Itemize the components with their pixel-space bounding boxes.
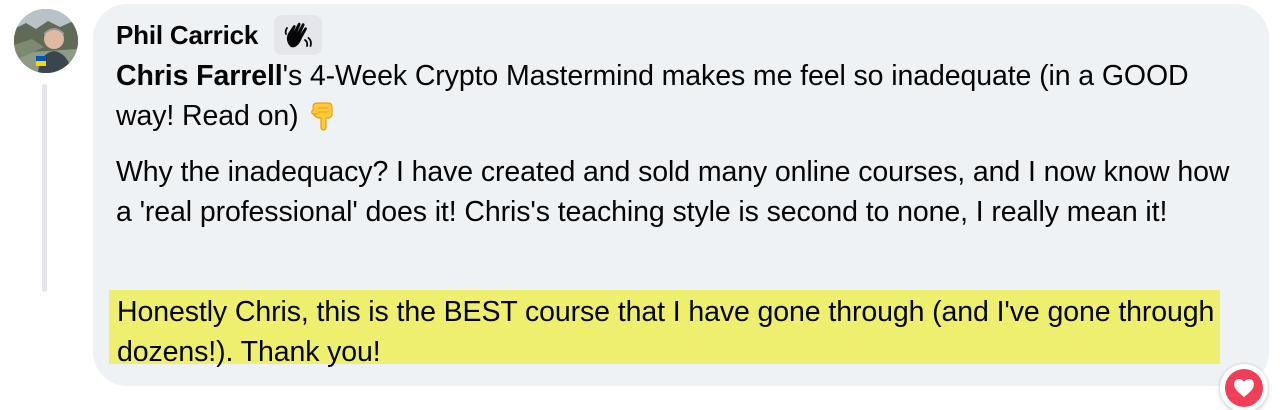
mention-link[interactable]: Chris Farrell: [116, 60, 283, 92]
avatar-photo: [14, 9, 78, 73]
author-badge[interactable]: [274, 15, 323, 55]
pointing-down-hand-icon: [310, 101, 338, 142]
comment-paragraph-3: Honestly Chris, this is the BEST course …: [117, 296, 1215, 368]
comment-paragraph-1: Chris Farrell's 4-Week Crypto Mastermind…: [116, 56, 1226, 142]
waving-hand-icon: [284, 22, 312, 48]
reaction-badge[interactable]: [1220, 364, 1268, 410]
love-reaction: [1225, 369, 1263, 407]
avatar[interactable]: [14, 9, 78, 73]
author-name[interactable]: Phil Carrick: [116, 20, 258, 51]
heart-icon: [1234, 379, 1254, 397]
comment-header: Phil Carrick: [116, 14, 323, 56]
comment-paragraph-2: Why the inadequacy? I have created and s…: [116, 156, 1230, 228]
thread-line: [42, 84, 47, 292]
